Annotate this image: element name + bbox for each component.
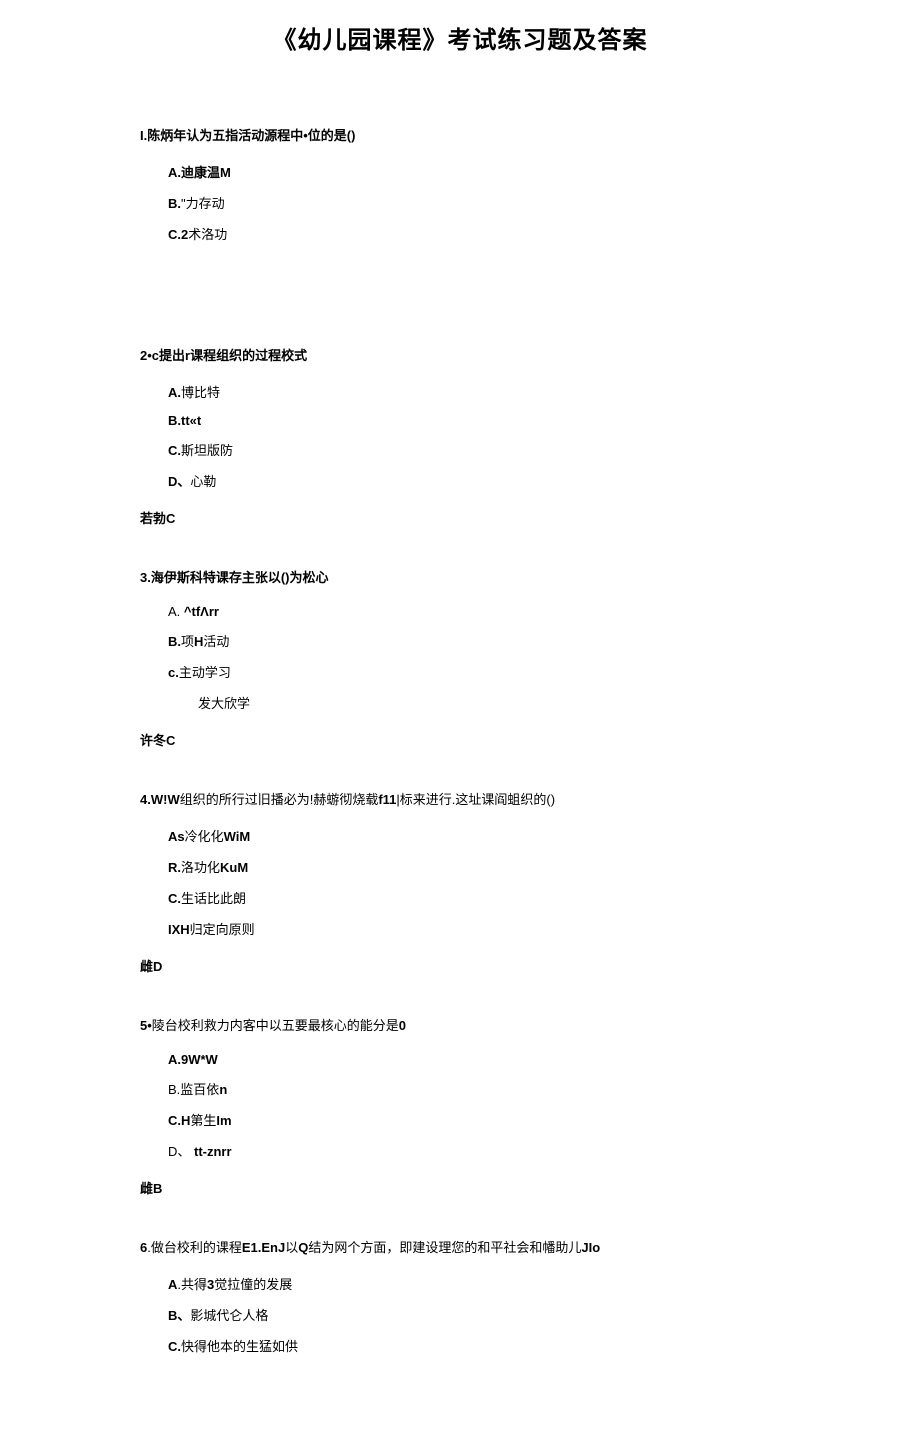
option-d: 发大欣学 xyxy=(168,693,780,712)
option-d: D、心勒 xyxy=(168,471,780,490)
option-b: R.洛功化KuM xyxy=(168,857,780,876)
question-stem: I.陈炳年认为五指活动源程中•位的是() xyxy=(140,125,780,144)
page-title: 《幼儿园课程》考试练习题及答案 xyxy=(140,20,780,55)
question-6: 6.做台校利的课程E1.EnJ以Q结为网个方面，即建设理您的和平社会和幡助儿JI… xyxy=(140,1237,780,1355)
question-stem: 6.做台校利的课程E1.EnJ以Q结为网个方面，即建设理您的和平社会和幡助儿JI… xyxy=(140,1237,780,1256)
answer: 若勃C xyxy=(140,508,780,527)
question-2: 2•c提出r课程组织的过程校式 A.博比特 B.tt«t C.斯坦版防 D、心勒… xyxy=(140,345,780,527)
option-c: C.斯坦版防 xyxy=(168,440,780,459)
option-b: B."力存动 xyxy=(168,193,780,212)
question-stem: 2•c提出r课程组织的过程校式 xyxy=(140,345,780,364)
option-a: A.迪康温M xyxy=(168,162,780,181)
option-d: D、 tt-znrr xyxy=(168,1141,780,1160)
option-a: A. ^tfΛrr xyxy=(168,604,780,619)
option-a: A.9W*W xyxy=(168,1052,780,1067)
question-4: 4.W!W组织的所行过旧播必为!赫蝣彻烧载f11|标来进行.这址课阎蛆织的() … xyxy=(140,789,780,975)
answer: 雌D xyxy=(140,956,780,975)
options: As冷化化WiM R.洛功化KuM C.生话比此朗 IXH归定向原则 xyxy=(140,826,780,938)
options: A.9W*W B.监百依n C.H第生Im D、 tt-znrr xyxy=(140,1052,780,1160)
option-b: B.项H活动 xyxy=(168,631,780,650)
options: A. ^tfΛrr B.项H活动 c.主动学习 发大欣学 xyxy=(140,604,780,712)
question-1: I.陈炳年认为五指活动源程中•位的是() A.迪康温M B."力存动 C.2术洛… xyxy=(140,125,780,305)
question-3: 3.海伊斯科特课存主张以()为松心 A. ^tfΛrr B.项H活动 c.主动学… xyxy=(140,567,780,749)
option-d: IXH归定向原则 xyxy=(168,919,780,938)
option-c: C.生话比此朗 xyxy=(168,888,780,907)
answer: 雌B xyxy=(140,1178,780,1197)
option-c: C.2术洛功 xyxy=(168,224,780,243)
question-stem: 4.W!W组织的所行过旧播必为!赫蝣彻烧载f11|标来进行.这址课阎蛆织的() xyxy=(140,789,780,808)
options: A.迪康温M B."力存动 C.2术洛功 xyxy=(140,162,780,243)
option-c: C.H第生Im xyxy=(168,1110,780,1129)
options: A.共得3觉拉僮的发展 B、影城代仑人格 C.快得他本的生猛如供 xyxy=(140,1274,780,1355)
option-c: c.主动学习 xyxy=(168,662,780,681)
question-5: 5•陵台校利救力内客中以五要最核心的能分是0 A.9W*W B.监百依n C.H… xyxy=(140,1015,780,1197)
answer: 许冬C xyxy=(140,730,780,749)
option-a: A.博比特 xyxy=(168,382,780,401)
option-a: As冷化化WiM xyxy=(168,826,780,845)
options: A.博比特 B.tt«t C.斯坦版防 D、心勒 xyxy=(140,382,780,490)
option-b: B.tt«t xyxy=(168,413,780,428)
question-stem: 5•陵台校利救力内客中以五要最核心的能分是0 xyxy=(140,1015,780,1034)
option-b: B.监百依n xyxy=(168,1079,780,1098)
question-stem: 3.海伊斯科特课存主张以()为松心 xyxy=(140,567,780,586)
option-b: B、影城代仑人格 xyxy=(168,1305,780,1324)
option-a: A.共得3觉拉僮的发展 xyxy=(168,1274,780,1293)
option-c: C.快得他本的生猛如供 xyxy=(168,1336,780,1355)
